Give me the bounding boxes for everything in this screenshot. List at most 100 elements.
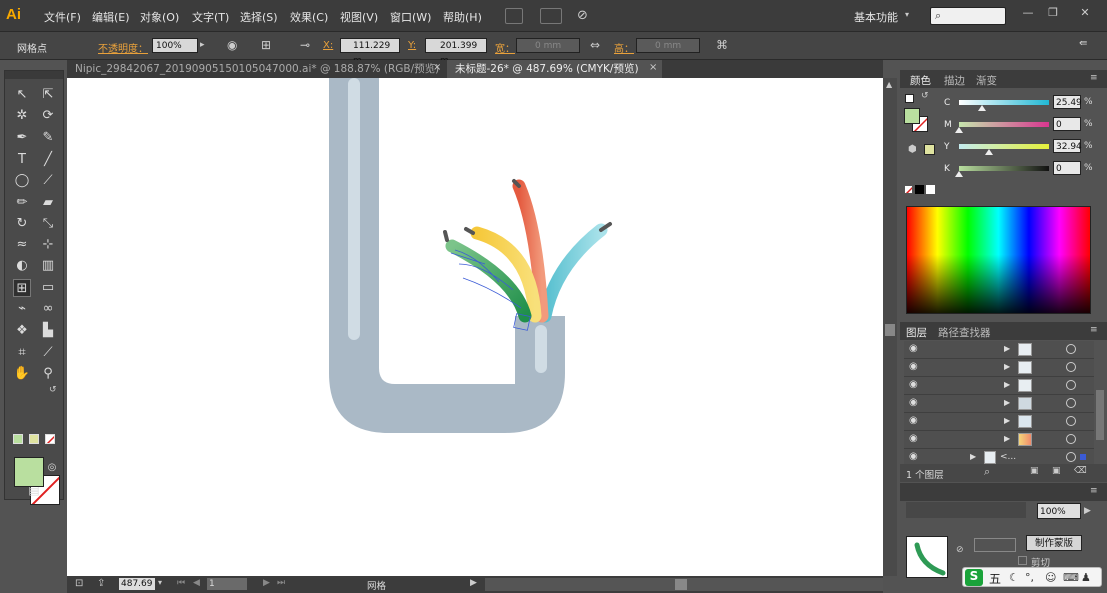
new-layer-icon[interactable]: ▣ [1052, 466, 1061, 476]
panel-menu-icon[interactable]: ≡ [1090, 73, 1098, 83]
clip-checkbox[interactable] [1018, 556, 1027, 565]
eye-icon[interactable]: ◉ [909, 433, 918, 444]
restore-button[interactable]: ❐ [1043, 6, 1063, 22]
expand-arrow-icon[interactable]: ▶ [1004, 380, 1010, 389]
chart-tool-icon[interactable]: ▥ [39, 257, 57, 275]
ellipse-tool-icon[interactable]: ◯ [13, 172, 31, 190]
magic-wand-tool-icon[interactable]: ✲ [13, 107, 31, 125]
yellow-value-field[interactable]: 32.94 [1053, 139, 1082, 153]
tab-gradient[interactable]: 渐变 [976, 73, 997, 88]
menu-help[interactable]: 帮助(H) [443, 9, 482, 25]
scale-tool-icon[interactable]: ⤡ [39, 215, 57, 233]
expand-arrow-icon[interactable]: ▶ [1004, 398, 1010, 407]
reference-point-icon[interactable]: ⊞ [261, 38, 271, 52]
tab-stroke[interactable]: 描边 [944, 73, 965, 88]
tab-document-1[interactable]: Nipic_29842067_20190905150105047000.ai* … [67, 60, 445, 78]
zoom-level-field[interactable]: 487.69 [119, 578, 155, 590]
menu-select[interactable]: 选择(S) [240, 9, 278, 25]
rotate-tool-icon[interactable]: ↻ [13, 215, 31, 233]
lasso-tool-icon[interactable]: ⟳ [39, 107, 57, 125]
layer-row[interactable]: ◉ ▶ [904, 341, 1094, 359]
gradient-tool-icon[interactable]: ▭ [39, 279, 57, 297]
black-slider[interactable] [955, 166, 1049, 177]
mesh-tool-icon[interactable]: ⊞ [13, 279, 31, 297]
scroll-up-icon[interactable]: ▲ [886, 80, 892, 89]
cyan-value-field[interactable]: 25.49 [1053, 95, 1082, 109]
slider-thumb[interactable] [977, 105, 986, 111]
zoom-dropdown-icon[interactable]: ▾ [158, 578, 162, 587]
share-icon[interactable]: ⇪ [97, 578, 105, 589]
y-position-field[interactable]: 201.399 m [425, 38, 487, 66]
wire-cyan[interactable] [538, 223, 608, 323]
type-tool-icon[interactable]: T [13, 151, 31, 169]
eraser-tool-icon[interactable]: ▰ [39, 194, 57, 212]
none-mode-button[interactable] [45, 434, 55, 444]
horizontal-scrollbar[interactable] [485, 578, 883, 591]
ime-moon-icon[interactable]: ☾ [1009, 571, 1019, 584]
scroll-thumb[interactable] [885, 324, 895, 336]
layer-row[interactable]: ◉ ▶ [904, 359, 1094, 377]
direct-selection-tool-icon[interactable]: ⇱ [39, 86, 57, 104]
transparency-opacity-field[interactable]: 100% [1037, 503, 1081, 519]
mask-thumbnail[interactable] [974, 538, 1016, 552]
prev-artboard-icon[interactable]: ◀ [193, 578, 200, 588]
eye-icon[interactable]: ◉ [909, 397, 918, 408]
default-colors-icon[interactable] [905, 94, 914, 103]
swap-colors-icon[interactable]: ↺ [921, 91, 929, 101]
pipe-shape[interactable] [329, 78, 565, 433]
panel-menu-icon[interactable]: ≡ [1090, 486, 1098, 496]
ime-user-icon[interactable]: ♟ [1081, 571, 1091, 584]
arrange-documents-icon[interactable] [540, 8, 562, 24]
next-artboard-icon[interactable]: ▶ [263, 578, 270, 588]
link-proportions-icon[interactable]: ⇔ [590, 38, 600, 52]
eye-icon[interactable]: ◉ [909, 415, 918, 426]
curvature-tool-icon[interactable]: ✎ [39, 129, 57, 147]
width-field[interactable]: 0 mm [516, 38, 580, 53]
trash-icon[interactable]: ⌫ [1074, 466, 1087, 476]
menu-type[interactable]: 文字(T) [192, 9, 229, 25]
opacity-dropdown-icon[interactable]: ▸ [200, 40, 205, 50]
artboard-number-field[interactable]: 1 [207, 578, 247, 590]
gpu-performance-icon[interactable]: ⊘ [577, 8, 595, 24]
target-icon[interactable] [1066, 398, 1076, 408]
target-icon[interactable] [1066, 434, 1076, 444]
gamut-swatch[interactable] [924, 144, 935, 155]
black-value-field[interactable]: 0 [1053, 161, 1081, 175]
transform-icon[interactable]: ⌘ [716, 38, 728, 52]
tab-layers[interactable]: 图层 [906, 325, 927, 340]
draw-inside-icon[interactable]: ◎ [43, 459, 61, 477]
slider-thumb[interactable] [955, 171, 963, 177]
last-artboard-icon[interactable]: ⏭ [277, 578, 285, 588]
opacity-dropdown-icon[interactable]: ▶ [1084, 506, 1091, 516]
column-graph-tool-icon[interactable]: ▙ [39, 322, 57, 340]
tab-document-2[interactable]: 未标题-26* @ 487.69% (CMYK/预览) [447, 60, 662, 78]
ime-keyboard-icon[interactable]: ⌨ [1063, 571, 1079, 584]
fill-color-swatch[interactable] [14, 457, 44, 487]
expand-arrow-icon[interactable]: ▶ [1004, 416, 1010, 425]
eye-icon[interactable]: ◉ [909, 379, 918, 390]
make-mask-button[interactable]: 制作蒙版 [1026, 535, 1082, 551]
opacity-label[interactable]: 不透明度： [98, 40, 148, 55]
expand-arrow-icon[interactable]: ▶ [1004, 362, 1010, 371]
slider-thumb[interactable] [984, 149, 993, 155]
blend-tool-icon[interactable]: ∞ [39, 300, 57, 318]
artboard-nav-icon[interactable]: ⊡ [75, 578, 83, 589]
target-icon[interactable] [1066, 362, 1076, 372]
tab-pathfinder[interactable]: 路径查找器 [938, 325, 991, 340]
minimize-button[interactable]: — [1018, 6, 1038, 22]
artboard-canvas[interactable] [67, 78, 883, 576]
close-tab-icon[interactable]: × [649, 62, 657, 73]
out-of-gamut-icon[interactable]: ⬢ [908, 144, 917, 155]
workspace-switcher[interactable]: 基本功能 [854, 9, 898, 25]
hand-tool-icon[interactable]: ✋ [13, 365, 31, 383]
close-tab-icon[interactable]: × [433, 62, 441, 73]
menu-object[interactable]: 对象(O) [140, 9, 179, 25]
bridge-icon[interactable] [505, 8, 523, 24]
target-icon[interactable] [1066, 452, 1076, 462]
slider-thumb[interactable] [955, 127, 963, 133]
eye-icon[interactable]: ◉ [909, 343, 918, 354]
help-search-input[interactable]: ⌕ [930, 7, 1006, 25]
horizontal-scroll-thumb[interactable] [675, 579, 687, 590]
status-menu-icon[interactable]: ▶ [470, 578, 477, 588]
x-position-field[interactable]: 111.229 m [340, 38, 400, 66]
